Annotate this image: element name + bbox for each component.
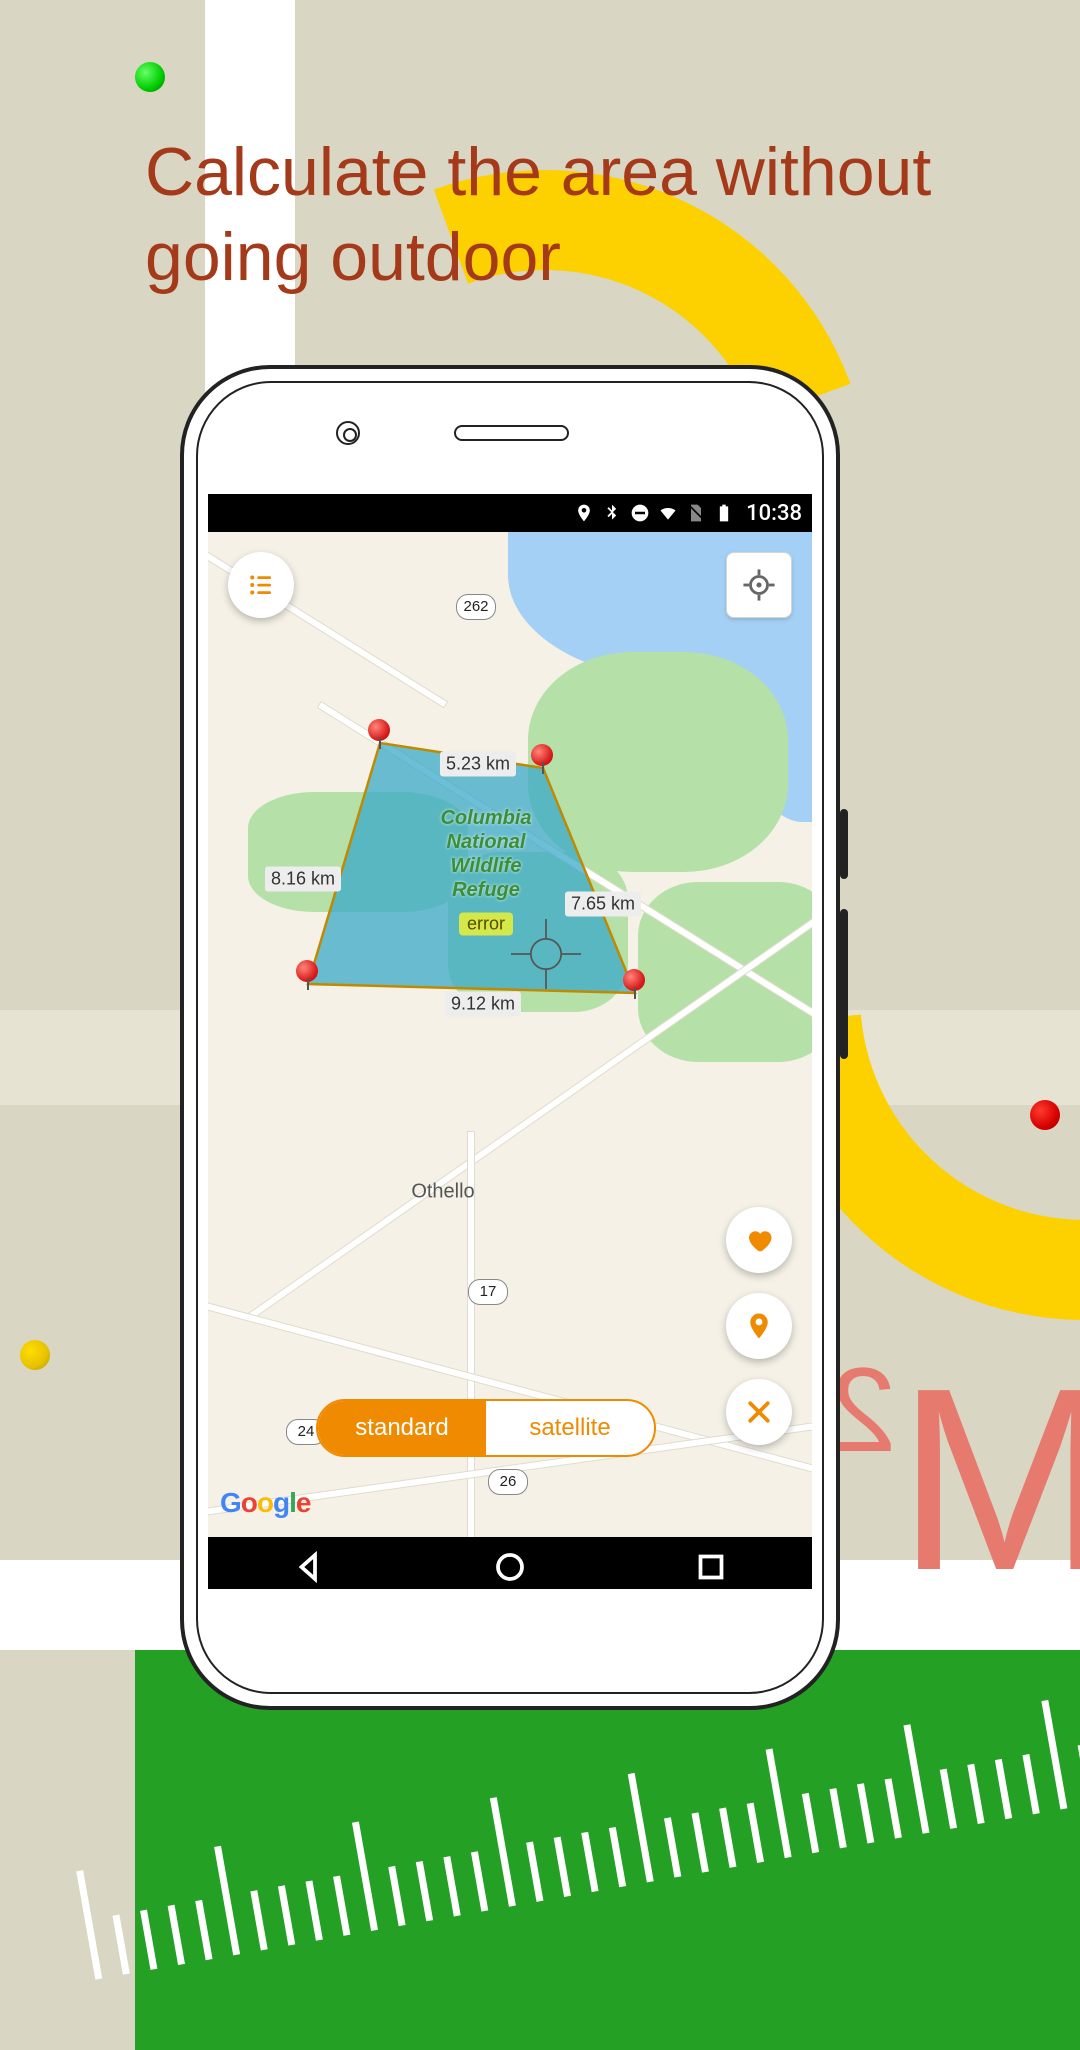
map-canvas[interactable]: 262 17 24 26 Othello 5.23 km 7.65 km 9.1… bbox=[208, 532, 812, 1537]
area-error-label: error bbox=[459, 913, 513, 936]
home-button[interactable] bbox=[492, 1549, 528, 1590]
list-icon bbox=[246, 570, 276, 600]
recents-icon bbox=[693, 1549, 729, 1585]
dnd-icon bbox=[630, 503, 650, 523]
pin-icon bbox=[744, 1311, 774, 1341]
phone-screen: 10:38 262 17 24 26 Othello bbox=[208, 494, 812, 1589]
wifi-icon bbox=[658, 503, 678, 523]
road-shield: 262 bbox=[456, 594, 496, 620]
headline: Calculate the area without going outdoor bbox=[145, 130, 945, 300]
phone-frame: 10:38 262 17 24 26 Othello bbox=[180, 365, 840, 1710]
battery-icon bbox=[714, 503, 734, 523]
map-type-toggle[interactable]: standard satellite bbox=[316, 1399, 656, 1457]
polygon-vertex-pin[interactable] bbox=[368, 719, 392, 743]
recents-button[interactable] bbox=[693, 1549, 729, 1590]
no-sim-icon bbox=[686, 503, 706, 523]
location-icon bbox=[574, 503, 594, 523]
polygon-vertex-pin[interactable] bbox=[531, 744, 555, 768]
phone-speaker bbox=[454, 425, 569, 441]
city-label: Othello bbox=[411, 1181, 474, 1204]
edge-length-label: 8.16 km bbox=[265, 867, 341, 892]
map-type-standard[interactable]: standard bbox=[318, 1401, 486, 1455]
add-marker-button[interactable] bbox=[726, 1293, 792, 1359]
map-type-satellite[interactable]: satellite bbox=[486, 1401, 654, 1455]
phone-camera bbox=[336, 421, 360, 445]
status-bar: 10:38 bbox=[208, 494, 812, 532]
edge-length-label: 9.12 km bbox=[445, 992, 521, 1017]
dot-decoration bbox=[1030, 1100, 1060, 1130]
crosshair-icon bbox=[742, 568, 776, 602]
bluetooth-icon bbox=[602, 503, 622, 523]
road-shield: 17 bbox=[468, 1279, 508, 1305]
heart-icon bbox=[744, 1225, 774, 1255]
polygon-vertex-pin[interactable] bbox=[623, 969, 647, 993]
phone-side-button bbox=[840, 809, 848, 879]
bg-unit-text: M2 bbox=[830, 1350, 1080, 1610]
google-attribution: Google bbox=[220, 1487, 310, 1519]
edge-length-label: 5.23 km bbox=[440, 752, 516, 777]
back-icon bbox=[291, 1549, 327, 1585]
menu-button[interactable] bbox=[228, 552, 294, 618]
favorite-button[interactable] bbox=[726, 1207, 792, 1273]
locate-me-button[interactable] bbox=[726, 552, 792, 618]
close-icon bbox=[744, 1397, 774, 1427]
android-nav-bar bbox=[208, 1537, 812, 1589]
action-fab-stack bbox=[726, 1207, 792, 1445]
refuge-name-label: Columbia National Wildlife Refuge bbox=[440, 806, 531, 902]
dot-decoration bbox=[135, 62, 165, 92]
close-button[interactable] bbox=[726, 1379, 792, 1445]
status-time: 10:38 bbox=[746, 501, 802, 526]
edge-length-label: 7.65 km bbox=[565, 892, 641, 917]
road-shield: 26 bbox=[488, 1469, 528, 1495]
area-polygon[interactable]: 5.23 km 7.65 km 9.12 km 8.16 km Columbia… bbox=[288, 724, 688, 1044]
back-button[interactable] bbox=[291, 1549, 327, 1590]
dot-decoration bbox=[20, 1340, 50, 1370]
home-icon bbox=[492, 1549, 528, 1585]
phone-side-button bbox=[840, 909, 848, 1059]
polygon-vertex-pin[interactable] bbox=[296, 960, 320, 984]
